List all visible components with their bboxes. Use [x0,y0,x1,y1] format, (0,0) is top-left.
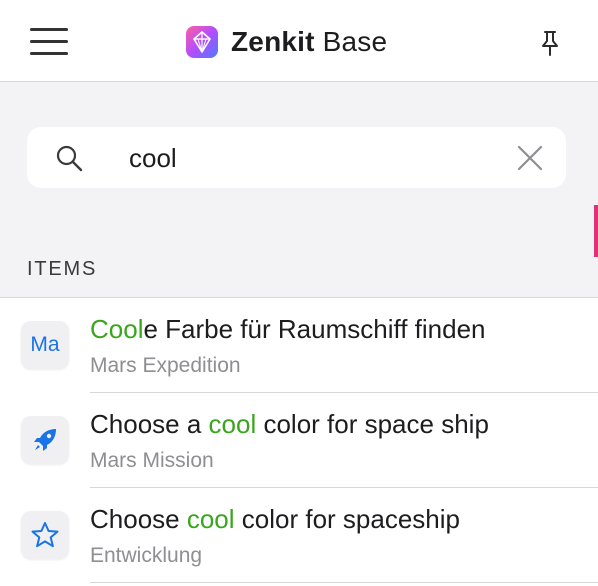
title-match: Cool [90,314,144,344]
item-title: Choose a cool color for space ship [90,409,489,440]
list-item[interactable]: Ma Coole Farbe für Raumschiff finden Mar… [0,298,598,392]
hamburger-menu-icon [30,40,68,43]
results-list: Ma Coole Farbe für Raumschiff finden Mar… [0,297,598,586]
list-item[interactable]: Choose cool color for spaceship Entwickl… [0,488,598,582]
item-title: Coole Farbe für Raumschiff finden [90,314,486,345]
app-title: Zenkit Base [186,25,387,59]
items-section-header: ITEMS [27,258,98,280]
top-bar: Zenkit Base [0,0,598,82]
title-prefix: Choose [90,504,187,534]
search-icon [56,145,83,172]
title-light: Base [322,26,388,57]
menu-button[interactable] [30,28,68,56]
title-suffix: color for space ship [256,409,489,439]
page-title: Zenkit Base [231,26,387,58]
hamburger-menu-icon [30,52,68,55]
rocket-icon [34,429,56,451]
search-bar [27,127,566,188]
title-match: cool [208,409,257,439]
item-subtitle: Entwicklung [90,544,203,567]
project-avatar: Ma [21,321,69,369]
item-subtitle: Mars Mission [90,449,214,472]
title-prefix: Choose a [90,409,209,439]
project-avatar [21,416,69,464]
title-suffix: color for spaceship [234,504,460,534]
project-avatar [21,511,69,559]
title-suffix: e Farbe für Raumschiff finden [143,314,486,344]
zenkit-logo-icon [186,26,218,58]
row-divider [90,582,598,583]
star-outline-icon [31,522,59,548]
pin-icon [542,31,558,56]
close-icon[interactable] [516,144,544,172]
title-bold: Zenkit [231,26,315,57]
background-window-edge [594,205,598,257]
avatar-initials: Ma [30,333,60,356]
title-match: cool [186,504,235,534]
item-subtitle: Mars Expedition [90,354,241,377]
item-title: Choose cool color for spaceship [90,504,460,535]
list-item[interactable]: Choose a cool color for space ship Mars … [0,393,598,487]
search-input[interactable] [129,141,509,175]
hamburger-menu-icon [30,28,68,31]
pin-button[interactable] [538,29,562,57]
